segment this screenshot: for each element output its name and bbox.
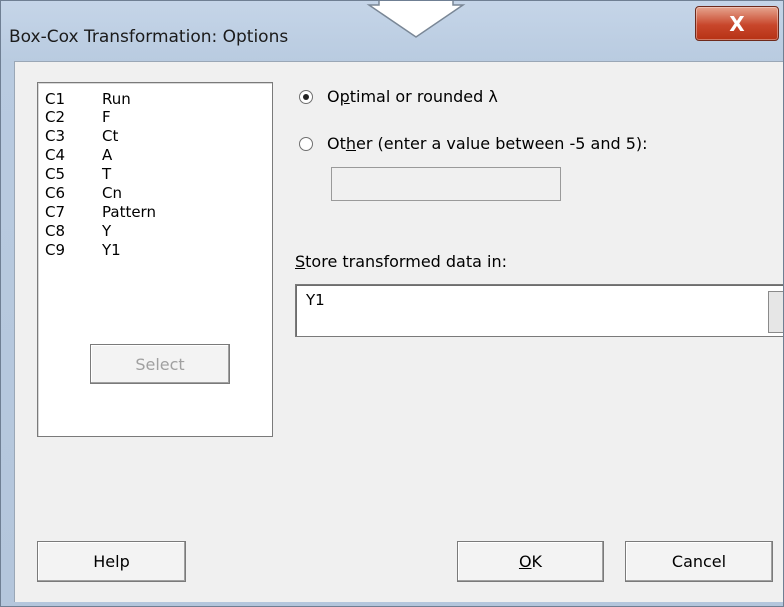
other-radio-label: Other (enter a value between -5 and 5): bbox=[327, 134, 648, 153]
list-item[interactable]: C5 T bbox=[45, 165, 111, 183]
cancel-button[interactable]: Cancel bbox=[625, 541, 773, 582]
list-item[interactable]: C7 Pattern bbox=[45, 203, 156, 221]
column-name: A bbox=[102, 146, 113, 164]
optimal-radio-option[interactable]: Optimal or rounded λ bbox=[299, 87, 498, 106]
dialog-window: Box-Cox Transformation: Options X C1 Run … bbox=[0, 0, 784, 607]
list-item[interactable]: C8 Y bbox=[45, 222, 111, 240]
field-side-button[interactable] bbox=[768, 291, 783, 333]
close-icon: X bbox=[729, 11, 745, 36]
column-name: Ct bbox=[102, 127, 119, 145]
column-id: C8 bbox=[45, 222, 66, 240]
list-item[interactable]: C4 A bbox=[45, 146, 112, 164]
other-radio[interactable] bbox=[299, 136, 313, 151]
list-item[interactable]: C1 Run bbox=[45, 90, 131, 108]
store-value: Y1 bbox=[306, 291, 325, 309]
help-button[interactable]: Help bbox=[37, 541, 186, 582]
list-item[interactable]: C2 F bbox=[45, 108, 111, 126]
column-name: T bbox=[102, 165, 112, 183]
column-name: Y1 bbox=[102, 241, 121, 259]
column-name: Run bbox=[102, 90, 131, 108]
store-label: Store transformed data in: bbox=[295, 252, 507, 271]
list-item[interactable]: C3 Ct bbox=[45, 127, 118, 145]
column-id: C2 bbox=[45, 108, 66, 126]
column-id: C9 bbox=[45, 241, 66, 259]
column-id: C4 bbox=[45, 146, 66, 164]
dialog-client-area: C1 Run C2 F C3 Ct C4 A C5 T C6 Cn C7 Pattern C8… bbox=[14, 61, 783, 602]
list-item[interactable]: C9 Y1 bbox=[45, 241, 121, 259]
column-id: C7 bbox=[45, 203, 66, 221]
column-id: C5 bbox=[45, 165, 66, 183]
column-name: Pattern bbox=[102, 203, 156, 221]
window-title: Box-Cox Transformation: Options bbox=[9, 27, 289, 47]
optimal-radio-label: Optimal or rounded λ bbox=[327, 87, 498, 106]
column-id: C3 bbox=[45, 127, 66, 145]
select-button[interactable]: Select bbox=[90, 344, 230, 384]
other-radio-option[interactable]: Other (enter a value between -5 and 5): bbox=[299, 134, 648, 153]
column-id: C6 bbox=[45, 184, 66, 202]
list-item[interactable]: C6 Cn bbox=[45, 184, 122, 202]
ok-button[interactable]: OK bbox=[457, 541, 604, 582]
column-name: Cn bbox=[102, 184, 122, 202]
column-id: C1 bbox=[45, 90, 66, 108]
down-arrow-icon bbox=[366, 1, 466, 38]
column-name: F bbox=[102, 108, 111, 126]
close-button[interactable]: X bbox=[695, 6, 779, 41]
other-value-input[interactable] bbox=[331, 167, 561, 201]
optimal-radio[interactable] bbox=[299, 89, 313, 104]
column-name: Y bbox=[102, 222, 112, 240]
store-data-field[interactable]: Y1 bbox=[295, 284, 783, 337]
